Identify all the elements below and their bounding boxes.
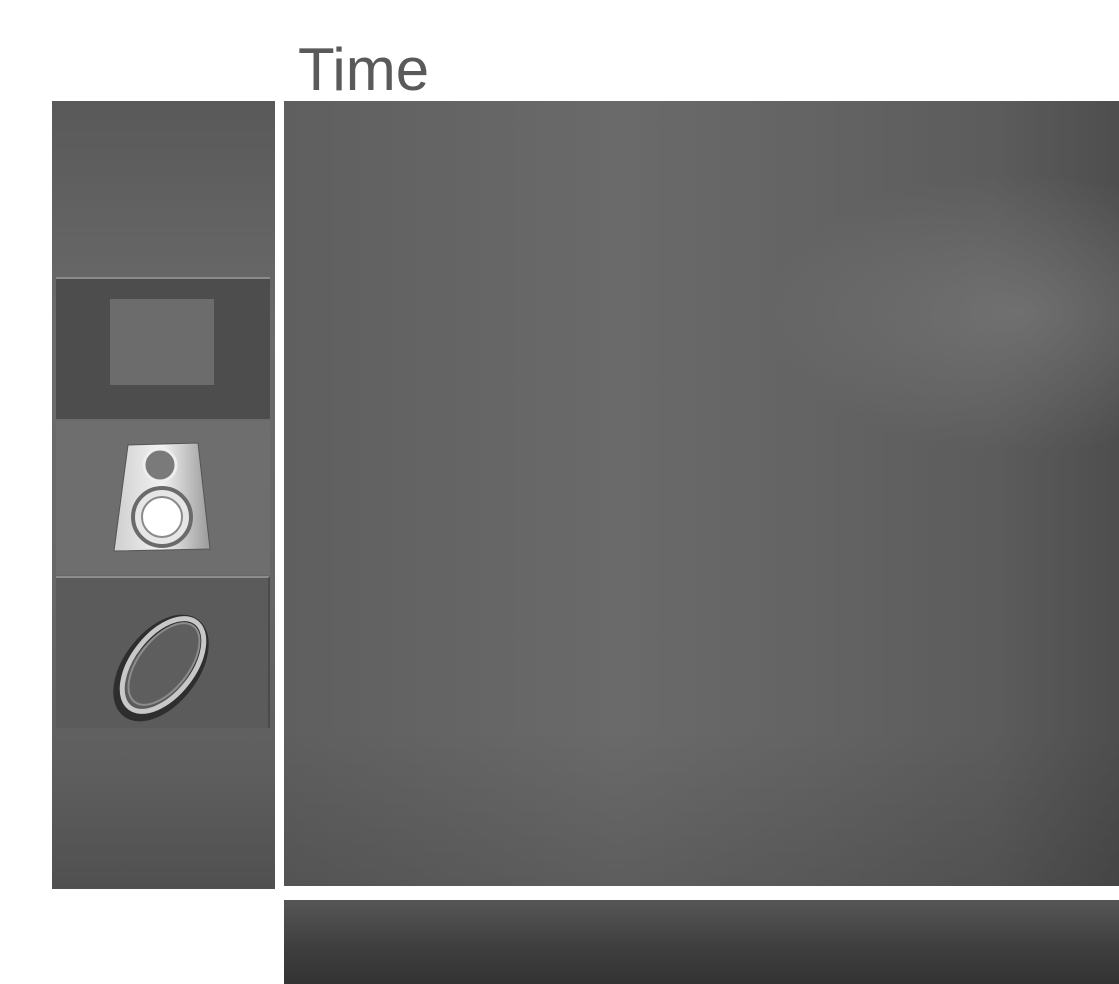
speaker-icon [113,442,211,552]
osd-menu-screen: Time [0,0,1119,984]
menu-sidebar [52,101,275,889]
clock-icon [113,614,209,722]
picture-icon [110,299,214,385]
sidebar-divider [275,101,284,889]
menu-bottom-bar [284,900,1119,984]
menu-title: Time [298,36,430,103]
menu-content-panel [284,101,1119,886]
sidebar-item-picture[interactable] [56,277,270,419]
sidebar-item-sound[interactable] [56,421,270,575]
sidebar-item-time[interactable] [56,576,270,728]
